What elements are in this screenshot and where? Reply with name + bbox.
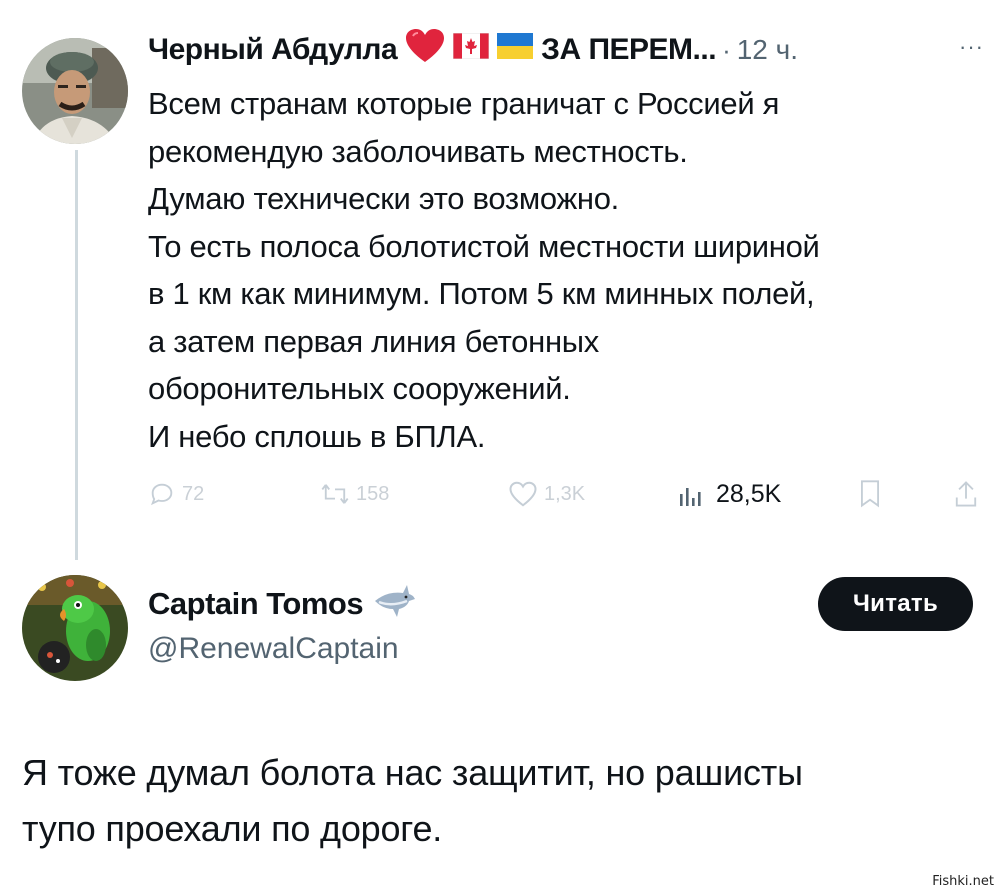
tweet1-line: И небо сплошь в БПЛА. — [148, 418, 486, 454]
tweet2-line: тупо проехали по дороге. — [22, 808, 443, 849]
views-button[interactable]: 28,5K — [678, 472, 781, 516]
tweet1-name-suffix: ЗА ПЕРЕМ... — [541, 33, 717, 66]
retweet-icon — [321, 484, 349, 504]
ukraine-flag-icon — [497, 33, 534, 67]
shark-icon — [373, 581, 417, 627]
bookmark-icon — [861, 480, 879, 508]
tweet2-text: Я тоже думал болота нас защитит, но раши… — [22, 745, 982, 857]
more-options-icon[interactable]: ··· — [959, 34, 984, 60]
like-button[interactable]: 1,3K — [508, 472, 585, 516]
tweet1-header: Черный Абдулла ЗА ПЕРЕМ... · 12 ч. ··· — [148, 28, 988, 72]
red-heart-icon — [405, 28, 445, 72]
share-icon — [955, 481, 977, 507]
thread-connector-line — [75, 150, 78, 560]
tweet1-line: То есть полоса болотистой местности шири… — [148, 228, 820, 264]
share-button[interactable] — [953, 472, 979, 516]
tweet1-line: рекомендую заболочивать местность. — [148, 133, 688, 169]
bookmark-button[interactable] — [858, 472, 882, 516]
reply-icon — [151, 483, 173, 506]
tweet1-line: Всем странам которые граничат с Россией … — [148, 86, 780, 121]
follow-button[interactable]: Читать — [818, 577, 973, 631]
tweet2-handle[interactable]: @RenewalCaptain — [148, 632, 399, 666]
tweet2-author-name[interactable]: Captain Tomos — [148, 586, 364, 622]
views-count: 28,5K — [716, 479, 782, 508]
tweet1-line: Думаю технически это возможно. — [148, 181, 619, 216]
retweet-count: 158 — [356, 482, 390, 505]
like-count: 1,3K — [544, 482, 586, 505]
tweet1-timestamp[interactable]: 12 ч. — [737, 34, 798, 66]
tweet1-author-name[interactable]: Черный Абдулла — [148, 33, 398, 67]
tweet2-line: Я тоже думал болота нас защитит, но раши… — [22, 752, 803, 793]
canada-flag-icon — [452, 32, 490, 67]
watermark: Fishki.net — [932, 874, 994, 889]
avatar-cherny-abdulla[interactable] — [22, 38, 128, 144]
tweet1-line: в 1 км как минимум. Потом 5 км минных по… — [148, 276, 815, 311]
views-chart-icon — [680, 488, 701, 506]
tweet1-line: а затем первая линия бетонных — [148, 323, 599, 359]
avatar-captain-tomos[interactable] — [22, 575, 128, 681]
tweet1-action-bar: 72 158 1,3K 28,5K — [148, 472, 993, 516]
reply-button[interactable]: 72 — [148, 472, 204, 516]
tweet2-author-line: Captain Tomos — [148, 584, 417, 624]
retweet-button[interactable]: 158 — [320, 472, 389, 516]
header-separator: · — [722, 34, 731, 65]
tweet1-line: оборонительных сооружений. — [148, 371, 571, 406]
tweet1-text: Всем странам которые граничат с Россией … — [148, 80, 988, 460]
reply-count: 72 — [182, 482, 205, 505]
heart-outline-icon — [509, 481, 537, 507]
